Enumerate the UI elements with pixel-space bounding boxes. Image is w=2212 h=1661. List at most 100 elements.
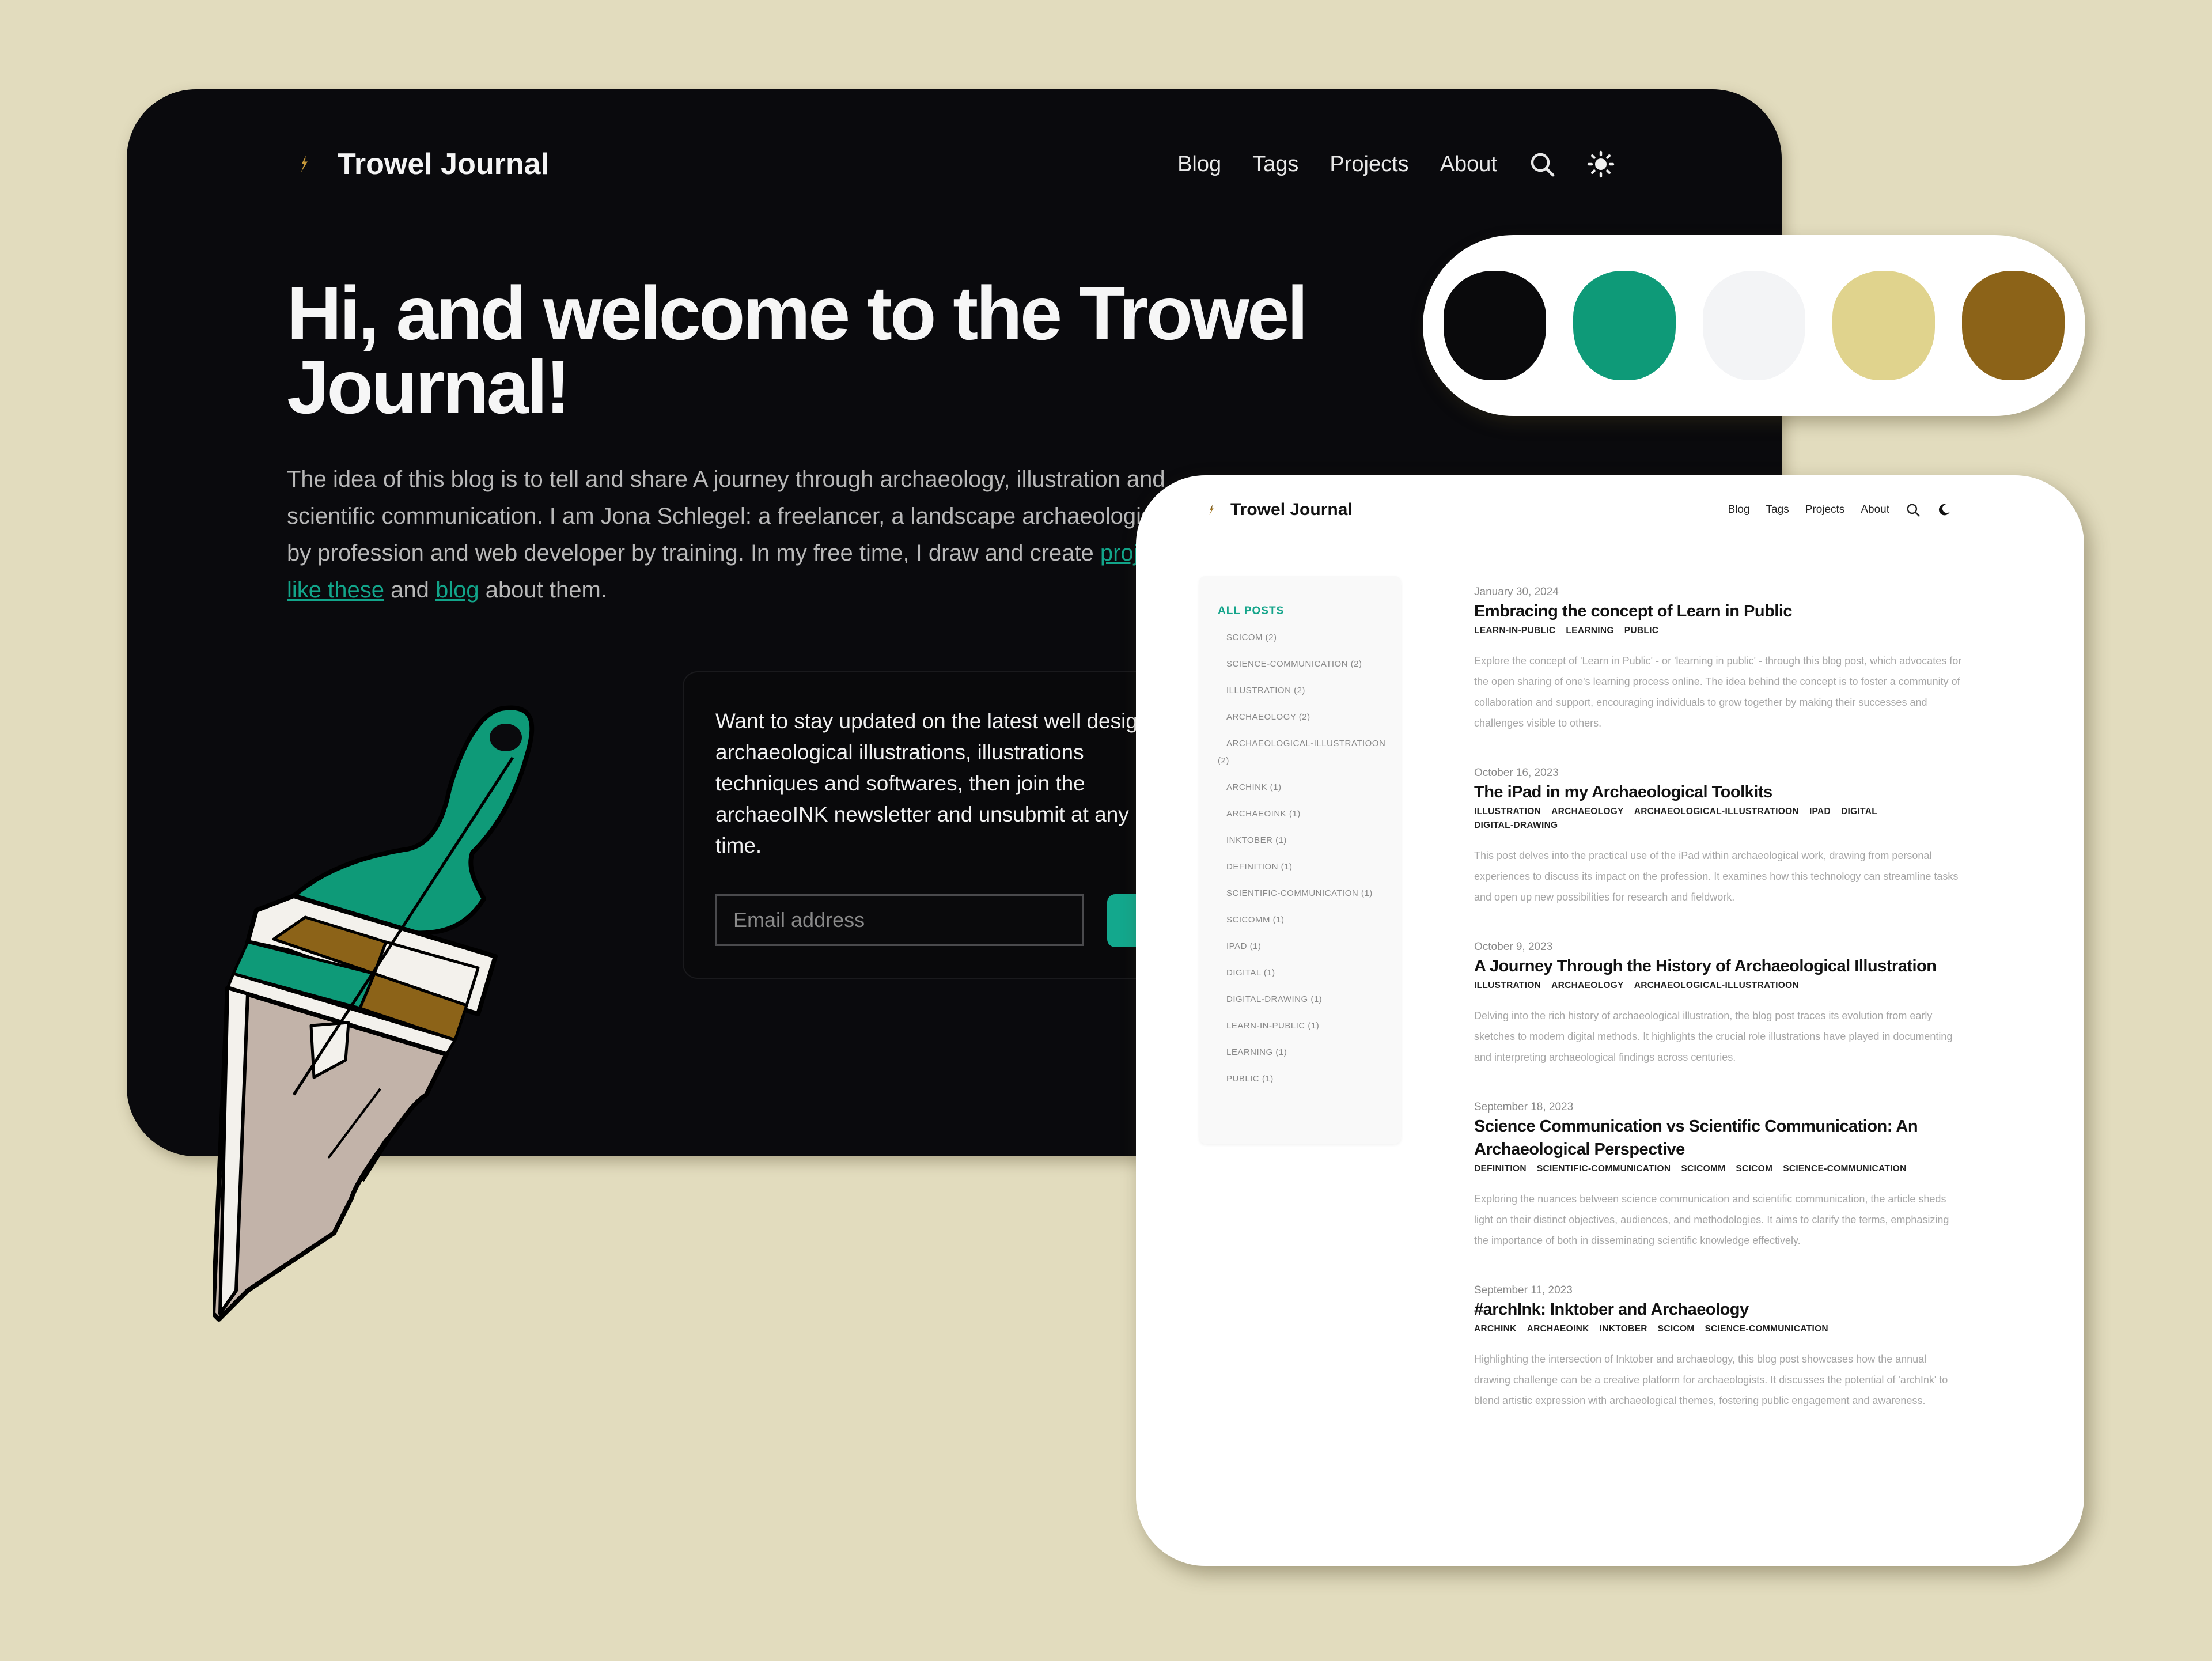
paintbrush-illustration — [213, 705, 535, 1322]
trowel-icon — [301, 156, 308, 173]
nav-link-blog[interactable]: Blog — [1177, 152, 1221, 177]
sun-icon[interactable] — [1587, 150, 1615, 178]
post-tag[interactable]: SCIENCE-COMMUNICATION — [1783, 1162, 1906, 1176]
sidebar-tag-item[interactable]: ARCHAEOINK (1) — [1218, 805, 1391, 823]
swatch-light-gray — [1703, 271, 1805, 380]
post-title-link[interactable]: Embracing the concept of Learn in Public — [1474, 600, 1964, 623]
nav-links: Blog Tags Projects About — [1177, 150, 1615, 178]
nav-link-tags[interactable]: Tags — [1766, 504, 1789, 516]
nav-link-about[interactable]: About — [1440, 152, 1497, 177]
post-title-link[interactable]: A Journey Through the History of Archaeo… — [1474, 955, 1964, 978]
swatch-black — [1444, 271, 1546, 380]
post-list: January 30, 2024 Embracing the concept of… — [1474, 585, 1964, 1443]
color-palette — [1423, 235, 2085, 416]
post-tag[interactable]: ARCHAEOLOGY — [1551, 805, 1624, 819]
sidebar-tag-item[interactable]: ARCHINK (1) — [1218, 779, 1391, 796]
post-tags: ARCHINK ARCHAEOINK INKTOBER SCICOM SCIENCE-C… — [1474, 1322, 1964, 1336]
light-theme-preview: Trowel Journal Blog Tags Projects About … — [1136, 475, 2084, 1566]
sidebar-tag-item[interactable]: LEARN-IN-PUBLIC (1) — [1218, 1017, 1391, 1035]
post-date: October 16, 2023 — [1474, 767, 1559, 779]
post-description: Exploring the nuances between science co… — [1474, 1193, 1949, 1246]
sidebar-tag-item[interactable]: SCIENCE-COMMUNICATION (2) — [1218, 656, 1391, 673]
post-tag[interactable]: DIGITAL-DRAWING — [1474, 819, 1558, 833]
post-tag[interactable]: ILLUSTRATION — [1474, 979, 1541, 993]
swatch-sand — [1832, 271, 1935, 380]
light-navbar: Trowel Journal Blog Tags Projects About — [1205, 487, 1952, 533]
post-tag[interactable]: LEARN-IN-PUBLIC — [1474, 624, 1555, 638]
post-tags: DEFINITION SCIENTIFIC-COMMUNICATION SCICOM… — [1474, 1162, 1964, 1176]
sidebar-tag-item[interactable]: SCICOM (2) — [1218, 629, 1391, 646]
post-tag[interactable]: ARCHINK — [1474, 1322, 1517, 1336]
post-tag[interactable]: SCICOM — [1736, 1162, 1772, 1176]
post-item: January 30, 2024 Embracing the concept of… — [1474, 585, 1964, 733]
newsletter-text: Want to stay updated on the latest well … — [715, 709, 1173, 857]
swatch-brown — [1962, 271, 2065, 380]
sidebar-tag-item[interactable]: ARCHAEOLOGICAL-ILLUSTRATIOON (2) — [1218, 735, 1391, 770]
sidebar-tag-item[interactable]: IPAD (1) — [1218, 938, 1391, 955]
email-input[interactable] — [715, 894, 1084, 946]
search-icon[interactable] — [1906, 502, 1921, 517]
sidebar-tag-item[interactable]: DIGITAL-DRAWING (1) — [1218, 991, 1391, 1008]
dark-navbar: Trowel Journal Blog Tags Projects About — [294, 130, 1615, 199]
sidebar-tag-item[interactable]: LEARNING (1) — [1218, 1044, 1391, 1061]
post-tag[interactable]: SCIENCE-COMMUNICATION — [1705, 1322, 1828, 1336]
hero-text-mid: and — [384, 577, 435, 603]
nav-link-blog[interactable]: Blog — [1728, 504, 1750, 516]
all-posts-link[interactable]: ALL POSTS — [1218, 605, 1284, 618]
post-tag[interactable]: ARCHAEOLOGICAL-ILLUSTRATIOON — [1634, 805, 1799, 819]
sidebar-tag-item[interactable]: INKTOBER (1) — [1218, 832, 1391, 849]
post-tag[interactable]: SCICOMM — [1681, 1162, 1725, 1176]
post-date: January 30, 2024 — [1474, 586, 1559, 598]
post-description: Highlighting the intersection of Inktobe… — [1474, 1353, 1948, 1406]
sidebar-tag-item[interactable]: DIGITAL (1) — [1218, 964, 1391, 982]
brand-title: Trowel Journal — [338, 147, 549, 181]
post-tag[interactable]: ARCHAEOLOGICAL-ILLUSTRATIOON — [1634, 979, 1799, 993]
sidebar-tag-item[interactable]: DEFINITION (1) — [1218, 858, 1391, 876]
post-tag[interactable]: SCIENTIFIC-COMMUNICATION — [1537, 1162, 1671, 1176]
nav-link-tags[interactable]: Tags — [1252, 152, 1298, 177]
brand-link[interactable]: Trowel Journal — [294, 147, 549, 181]
nav-link-projects[interactable]: Projects — [1805, 504, 1845, 516]
brand-title: Trowel Journal — [1230, 500, 1353, 519]
post-date: October 9, 2023 — [1474, 941, 1553, 953]
post-description: This post delves into the practical use … — [1474, 850, 1959, 903]
nav-link-projects[interactable]: Projects — [1330, 152, 1408, 177]
post-date: September 11, 2023 — [1474, 1284, 1573, 1296]
blog-link[interactable]: blog — [435, 577, 479, 603]
brush-hole — [490, 724, 522, 751]
hero-title: Hi, and welcome to the Trowel Journal! — [287, 271, 1308, 429]
nav-link-about[interactable]: About — [1861, 504, 1889, 516]
post-tag[interactable]: LEARNING — [1566, 624, 1613, 638]
post-tag[interactable]: DEFINITION — [1474, 1162, 1527, 1176]
post-item: October 9, 2023 A Journey Through the His… — [1474, 940, 1964, 1068]
post-tag[interactable]: SCICOM — [1658, 1322, 1695, 1336]
hero-intro: The idea of this blog is to tell and sha… — [287, 461, 1185, 608]
tag-sidebar: ALL POSTS SCICOM (2) SCIENCE-COMMUNICATIO… — [1199, 576, 1401, 1144]
post-title-link[interactable]: Science Communication vs Scientific Comm… — [1474, 1115, 1964, 1161]
post-title-link[interactable]: #archInk: Inktober and Archaeology — [1474, 1298, 1964, 1321]
post-tag[interactable]: ARCHAEOINK — [1527, 1322, 1589, 1336]
post-tags: ILLUSTRATION ARCHAEOLOGY ARCHAEOLOGICAL-IL… — [1474, 805, 1964, 833]
post-tag[interactable]: IPAD — [1809, 805, 1831, 819]
post-tag[interactable]: INKTOBER — [1600, 1322, 1647, 1336]
post-tag[interactable]: DIGITAL — [1841, 805, 1877, 819]
hero-text-end: about them. — [479, 577, 607, 603]
post-description: Explore the concept of 'Learn in Public'… — [1474, 655, 1962, 729]
post-item: September 11, 2023 #archInk: Inktober and… — [1474, 1283, 1964, 1411]
sidebar-tag-item[interactable]: PUBLIC (1) — [1218, 1070, 1391, 1088]
sidebar-tag-item[interactable]: SCICOMM (1) — [1218, 911, 1391, 929]
post-tag[interactable]: ARCHAEOLOGY — [1551, 979, 1624, 993]
post-item: September 18, 2023 Science Communication … — [1474, 1100, 1964, 1251]
search-icon[interactable] — [1528, 150, 1556, 178]
post-title-link[interactable]: The iPad in my Archaeological Toolkits — [1474, 781, 1964, 804]
sidebar-tag-item[interactable]: ILLUSTRATION (2) — [1218, 682, 1391, 699]
sidebar-tag-item[interactable]: ARCHAEOLOGY (2) — [1218, 709, 1391, 726]
post-tag[interactable]: ILLUSTRATION — [1474, 805, 1541, 819]
moon-icon[interactable] — [1937, 502, 1952, 517]
post-tags: LEARN-IN-PUBLIC LEARNING PUBLIC — [1474, 624, 1964, 638]
brand-link[interactable]: Trowel Journal — [1205, 500, 1353, 520]
sidebar-tag-item[interactable]: SCIENTIFIC-COMMUNICATION (1) — [1218, 885, 1391, 902]
tag-list: SCICOM (2) SCIENCE-COMMUNICATION (2) ILLUS… — [1218, 629, 1391, 1097]
post-tag[interactable]: PUBLIC — [1624, 624, 1659, 638]
nav-links: Blog Tags Projects About — [1728, 502, 1952, 517]
